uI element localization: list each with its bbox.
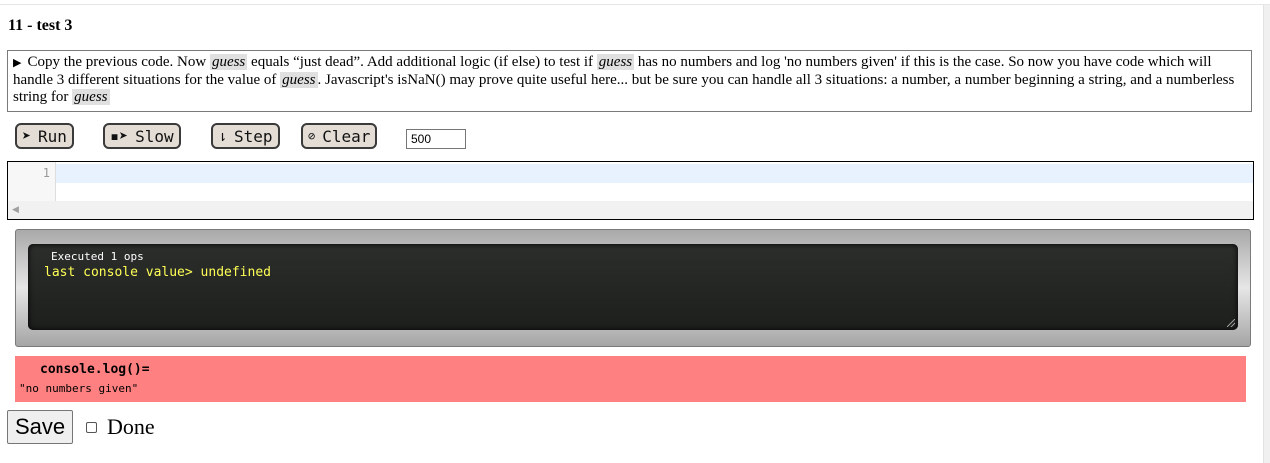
slow-button[interactable]: ▪➤ Slow xyxy=(103,123,181,149)
code-guess: guess xyxy=(72,89,110,105)
done-checkbox[interactable] xyxy=(86,422,97,433)
code-guess: guess xyxy=(596,54,635,70)
code-guess: guess xyxy=(209,54,248,70)
slow-icon: ▪➤ xyxy=(110,127,129,145)
line-number: 1 xyxy=(42,166,50,180)
code-editor[interactable]: 1 ◀ xyxy=(7,161,1254,220)
page-scrollbar[interactable] xyxy=(1263,5,1270,463)
step-button[interactable]: ⇂ Step xyxy=(211,123,280,149)
page-title: 11 - test 3 xyxy=(8,17,73,34)
clear-button[interactable]: ⊘ Clear xyxy=(301,123,378,149)
step-icon: ⇂ xyxy=(218,127,228,145)
expected-output-header: console.log()= xyxy=(40,362,150,377)
disclosure-triangle-icon[interactable]: ▶ xyxy=(13,57,21,69)
editor-horizontal-scrollbar[interactable]: ◀ xyxy=(8,201,1253,219)
console-ops-count: Executed 1 ops xyxy=(51,250,144,263)
scroll-left-icon[interactable]: ◀ xyxy=(12,204,19,215)
clear-icon: ⊘ xyxy=(308,129,316,143)
console-last-value: last console value> undefined xyxy=(44,265,271,280)
console-output[interactable]: Executed 1 ops last console value> undef… xyxy=(28,244,1238,330)
save-button[interactable]: Save xyxy=(7,410,74,444)
instructions-panel: ▶ Copy the previous code. Now guess equal… xyxy=(7,50,1252,112)
code-guess: guess xyxy=(280,72,318,88)
run-icon: ➤ xyxy=(22,127,32,145)
expected-output-value: "no numbers given" xyxy=(19,382,139,395)
editor-gutter: 1 xyxy=(8,162,56,201)
editor-active-line[interactable] xyxy=(56,164,1253,183)
run-button[interactable]: ➤ Run xyxy=(15,123,74,149)
resize-grip-icon[interactable] xyxy=(1227,319,1235,327)
console-frame: Executed 1 ops last console value> undef… xyxy=(15,229,1251,347)
done-label: Done xyxy=(107,414,155,439)
top-divider xyxy=(0,4,1270,5)
delay-input[interactable]: 500 xyxy=(406,129,466,149)
expected-output-panel: console.log()= "no numbers given" xyxy=(15,356,1246,402)
